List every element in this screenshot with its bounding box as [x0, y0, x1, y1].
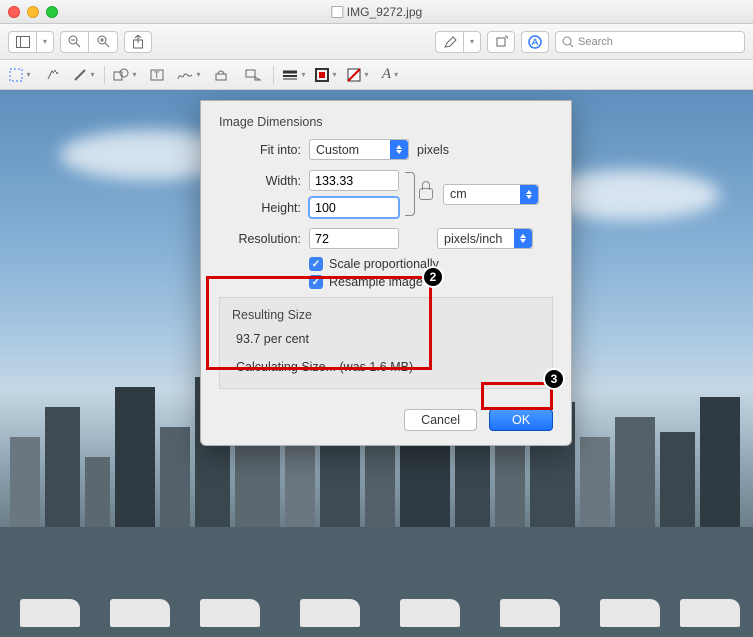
resolution-unit-select[interactable]: pixels/inch: [437, 228, 533, 249]
fill-color-tool[interactable]: ▾: [346, 65, 370, 85]
window-title: IMG_9272.jpg: [331, 5, 422, 19]
sidebar-toggle-icon[interactable]: [9, 32, 37, 52]
resolution-input[interactable]: [309, 228, 399, 249]
fit-into-label: Fit into:: [219, 143, 301, 157]
select-stepper-icon: [520, 185, 538, 204]
file-icon: [331, 6, 343, 18]
instant-alpha-tool[interactable]: [40, 65, 64, 85]
sketch-tool[interactable]: ▾: [72, 65, 96, 85]
markup-toolbar: ▾ ▾ ▾ T ▾ ▾ ▾ ▾ A▾: [0, 60, 753, 90]
fit-into-select[interactable]: Custom: [309, 139, 409, 160]
font-tool[interactable]: A▾: [378, 65, 402, 85]
window-title-text: IMG_9272.jpg: [347, 5, 422, 19]
shapes-tool[interactable]: ▾: [113, 65, 137, 85]
fit-into-unit: pixels: [417, 143, 449, 157]
text-tool[interactable]: T: [145, 65, 169, 85]
height-input[interactable]: [309, 197, 399, 218]
highlighter-icon[interactable]: [436, 32, 464, 52]
height-label: Height:: [219, 201, 301, 215]
scale-proportionally-label: Scale proportionally: [329, 257, 439, 271]
traffic-lights: [8, 6, 58, 18]
aspect-lock[interactable]: [405, 172, 433, 216]
dimension-unit-select[interactable]: cm: [443, 184, 539, 205]
zoom-in-icon[interactable]: [89, 32, 117, 52]
annotation-badge-2: 2: [422, 266, 444, 288]
image-canvas: Image Dimensions Fit into: Custom pixels…: [0, 90, 753, 637]
adjust-size-tool[interactable]: [241, 65, 265, 85]
dropdown-chevron-icon[interactable]: ▾: [464, 32, 480, 52]
sign-tool[interactable]: ▾: [177, 65, 201, 85]
dialog-title: Image Dimensions: [219, 115, 553, 129]
adjust-color-tool[interactable]: [209, 65, 233, 85]
lock-icon: [419, 188, 433, 200]
annotation-frame-2: [206, 276, 432, 370]
resolution-label: Resolution:: [219, 232, 301, 246]
search-icon: [562, 36, 574, 48]
line-style-tool[interactable]: ▾: [282, 65, 306, 85]
dropdown-chevron-icon[interactable]: ▾: [37, 32, 53, 52]
sidebar-view-buttons[interactable]: ▾: [8, 31, 54, 53]
selection-tool[interactable]: ▾: [8, 65, 32, 85]
annotation-badge-3: 3: [543, 368, 565, 390]
select-stepper-icon: [390, 140, 408, 159]
rotate-button[interactable]: [487, 31, 515, 53]
border-color-tool[interactable]: ▾: [314, 65, 338, 85]
search-placeholder: Search: [578, 36, 613, 48]
width-input[interactable]: [309, 170, 399, 191]
main-toolbar: ▾ ▾ Search: [0, 24, 753, 60]
markup-toggle-button[interactable]: [521, 31, 549, 53]
window-titlebar: IMG_9272.jpg: [0, 0, 753, 24]
svg-text:T: T: [154, 70, 160, 80]
close-window-button[interactable]: [8, 6, 20, 18]
ok-button[interactable]: OK: [489, 409, 553, 431]
zoom-out-icon[interactable]: [61, 32, 89, 52]
zoom-window-button[interactable]: [46, 6, 58, 18]
search-field[interactable]: Search: [555, 31, 745, 53]
minimize-window-button[interactable]: [27, 6, 39, 18]
zoom-buttons[interactable]: [60, 31, 118, 53]
select-stepper-icon: [514, 229, 532, 248]
share-button[interactable]: [124, 31, 152, 53]
markup-button-group[interactable]: ▾: [435, 31, 481, 53]
width-label: Width:: [219, 174, 301, 188]
cancel-button[interactable]: Cancel: [404, 409, 477, 431]
annotation-frame-3: [481, 382, 553, 410]
scale-proportionally-checkbox[interactable]: ✓: [309, 257, 323, 271]
